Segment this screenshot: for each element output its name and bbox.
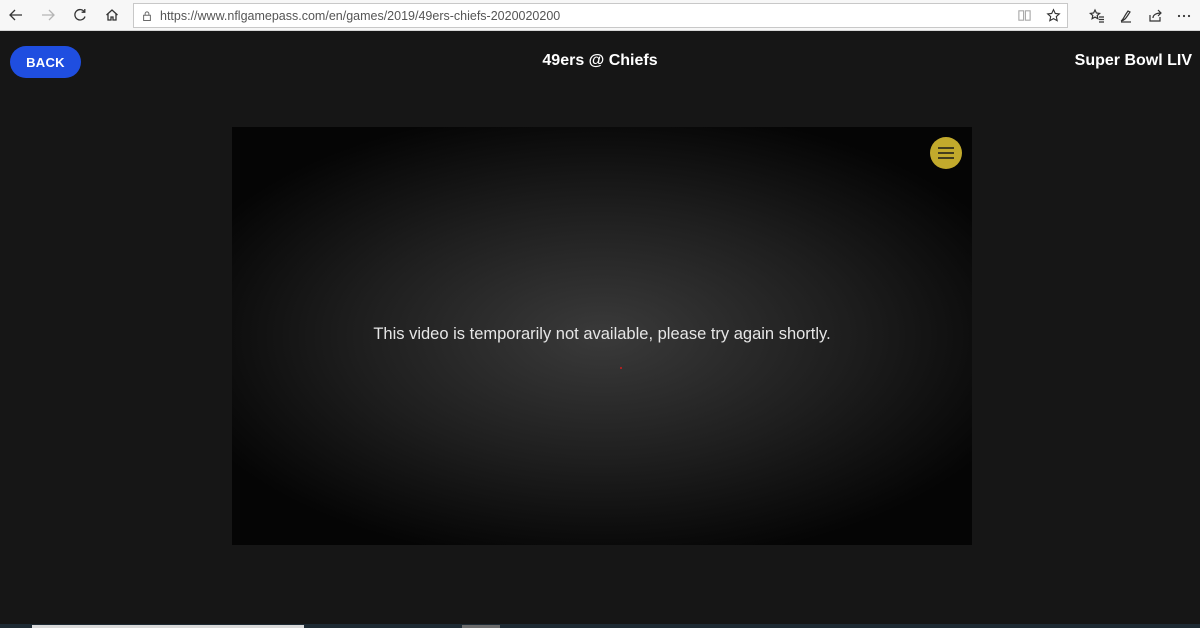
share-icon[interactable] [1140,0,1169,31]
lock-icon[interactable] [134,4,160,27]
refresh-icon[interactable] [64,0,96,31]
bottom-scroll-bar[interactable] [0,624,1200,628]
forward-arrow-icon[interactable] [32,0,64,31]
hamburger-menu-icon [938,147,954,159]
url-text: https://www.nflgamepass.com/en/games/201… [160,8,561,23]
reading-view-icon[interactable] [1017,8,1032,23]
loading-dot [620,367,622,369]
favorites-hub-icon[interactable] [1082,0,1111,31]
browser-toolbar: https://www.nflgamepass.com/en/games/201… [0,0,1200,31]
event-title: Super Bowl LIV [1074,52,1192,69]
home-icon[interactable] [96,0,128,31]
game-title: 49ers @ Chiefs [542,52,658,69]
video-player[interactable]: This video is temporarily not available,… [232,127,972,545]
pen-icon[interactable] [1111,0,1140,31]
back-arrow-icon[interactable] [0,0,32,31]
more-options-icon[interactable] [1169,0,1198,31]
menu-button[interactable] [930,137,962,169]
back-button[interactable]: BACK [10,46,81,78]
favorite-star-icon[interactable] [1046,8,1061,23]
address-bar[interactable]: https://www.nflgamepass.com/en/games/201… [133,3,1068,28]
video-unavailable-message: This video is temporarily not available,… [373,325,831,343]
